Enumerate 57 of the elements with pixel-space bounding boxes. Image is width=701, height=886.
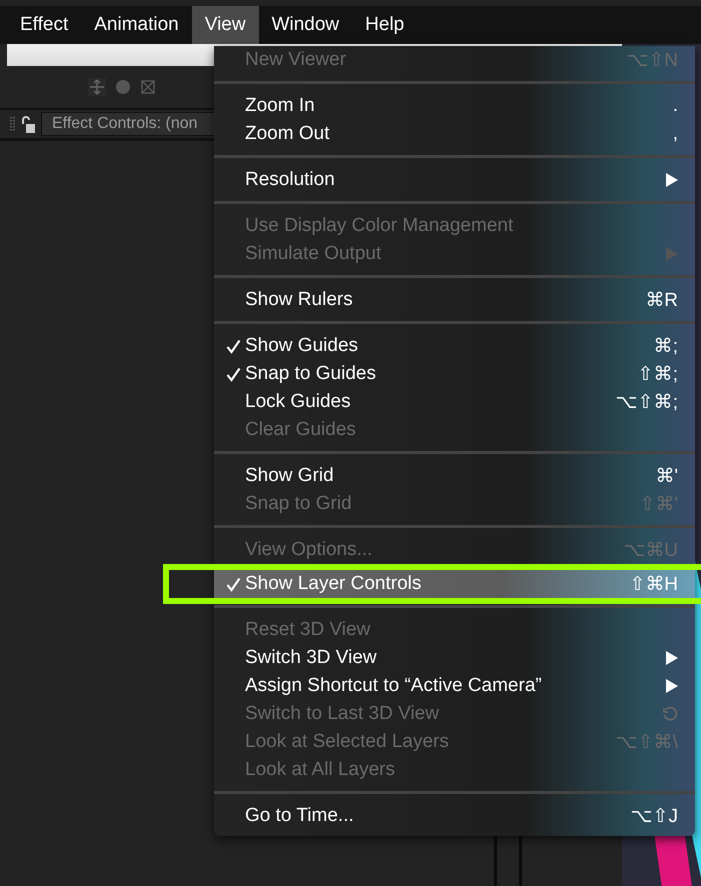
menu-item-label: View Options... <box>245 539 374 561</box>
shortcut-label: , <box>672 123 678 145</box>
shortcut-label: ⌘' <box>655 465 678 488</box>
shortcut-label: ⌘; <box>654 335 678 358</box>
shortcut-label: ⌥⇧⌘; <box>616 391 678 414</box>
menu-item-label: Show Rulers <box>245 289 354 311</box>
shortcut-label: ⇧⌘H <box>629 573 678 596</box>
menu-title[interactable]: Help <box>352 6 418 44</box>
menu-item[interactable]: Snap to Guides ⇧⌘; <box>214 360 695 388</box>
circular-arrow-icon <box>662 706 678 722</box>
move-icon[interactable] <box>88 78 106 96</box>
menu-item[interactable]: Switch 3D View <box>214 644 695 672</box>
menu-item-label: Clear Guides <box>245 419 357 441</box>
menu-item-label: Use Display Color Management <box>245 215 514 237</box>
shortcut-label: ⌘R <box>645 289 678 312</box>
menu-item-label: Switch 3D View <box>245 647 378 669</box>
menu-item[interactable]: Show Rulers ⌘R <box>214 286 695 314</box>
circle-icon[interactable] <box>116 80 130 94</box>
menu-item[interactable]: Assign Shortcut to “Active Camera” <box>214 672 695 700</box>
menu-item-label: Look at All Layers <box>245 759 396 781</box>
shortcut-label: ⇧⌘' <box>639 493 678 516</box>
menu-item-label: Simulate Output <box>245 243 382 265</box>
menu-title[interactable]: Animation <box>81 6 192 44</box>
menu-item-label: New Viewer <box>245 49 348 71</box>
menu-item-label: Show Guides <box>245 335 360 357</box>
shortcut-label: ⌥⇧⌘\ <box>616 731 678 754</box>
menu-item[interactable]: Show Grid ⌘' <box>214 462 695 490</box>
menu-item-label: Reset 3D View <box>245 619 372 641</box>
menu-item-label: Lock Guides <box>245 391 352 413</box>
menu-item-label: Go to Time... <box>245 805 355 827</box>
shortcut-label: ⌥⇧J <box>630 805 678 828</box>
menu-item-label: Resolution <box>245 169 336 191</box>
menu-item-label: Show Grid <box>245 465 335 487</box>
submenu-arrow-icon <box>666 679 678 693</box>
menu-title[interactable]: Window <box>258 6 352 44</box>
menu-item-label: Assign Shortcut to “Active Camera” <box>245 675 543 697</box>
submenu-arrow-icon <box>666 247 678 261</box>
unlocked-padlock-icon[interactable] <box>21 116 35 132</box>
menu-item[interactable]: Go to Time... ⌥⇧J <box>214 802 695 830</box>
menu-item[interactable]: Resolution <box>214 166 695 194</box>
menu-item[interactable]: Show Guides ⌘; <box>214 332 695 360</box>
menu-title[interactable]: View <box>192 6 259 44</box>
shortcut-label: ⌥⇧N <box>626 49 678 72</box>
shortcut-label: ⇧⌘; <box>638 363 678 386</box>
menu-item[interactable]: Lock Guides ⌥⇧⌘; <box>214 388 695 416</box>
submenu-arrow-icon <box>666 651 678 665</box>
shortcut-label: ⌥⌘U <box>623 539 678 562</box>
grip-icon[interactable] <box>10 116 15 132</box>
menu-item[interactable]: Show Layer Controls ⇧⌘H <box>214 570 695 598</box>
menu-item-label: Look at Selected Layers <box>245 731 450 753</box>
menu-item-label: Snap to Grid <box>245 493 353 515</box>
menu-item-label: Snap to Guides <box>245 363 377 385</box>
shortcut-label: . <box>672 95 678 117</box>
menu-title[interactable]: Effect <box>7 6 82 44</box>
menu-item-label: Switch to Last 3D View <box>245 703 440 725</box>
submenu-arrow-icon <box>666 173 678 187</box>
menu-item-label: Show Layer Controls <box>245 573 422 595</box>
